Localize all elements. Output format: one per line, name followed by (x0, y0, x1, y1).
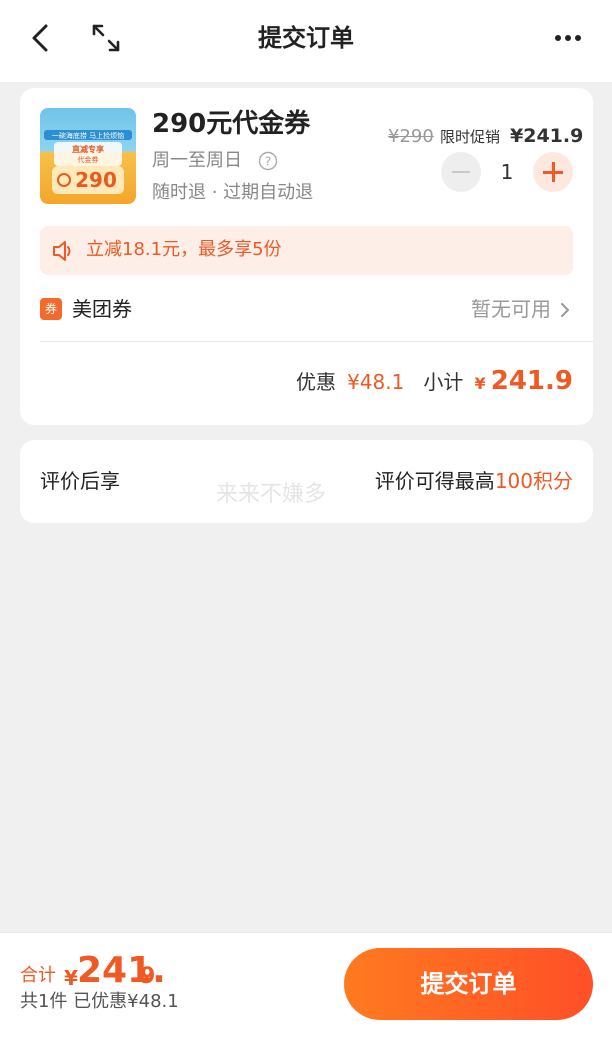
quantity-value: 1 (500, 160, 514, 184)
discount-value: ¥48.1 (347, 370, 405, 394)
page-title: 提交订单 (258, 24, 354, 52)
speaker-icon (50, 238, 76, 264)
review-reward-value: 100积分 (494, 469, 573, 493)
review-reward-prefix: 评价可得最高 (374, 469, 495, 493)
coupon-badge: 券 (40, 298, 62, 320)
promo-banner-text: 立减18.1元，最多享5份 (86, 239, 282, 260)
discount-label: 优惠 (295, 370, 336, 394)
bottom-bar: 合计 ¥ 241. 9 共1件 已优惠¥48.1 提交订单 (0, 932, 612, 1049)
coupon-row[interactable]: 券 美团券 暂无可用 (40, 288, 573, 332)
product-image: 一碗海底捞 马上捡烦恼 直减专享 代金券 290 (40, 108, 136, 204)
availability-text: 周一至周日 (152, 150, 242, 171)
review-reward-card: 来来不嫌多 评价后享 评价可得最高100积分 (20, 440, 593, 523)
total-label: 合计 (20, 965, 56, 986)
review-reward: 评价可得最高100积分 (375, 466, 573, 496)
submit-order-button[interactable]: 提交订单 (344, 948, 593, 1020)
image-line1: 一碗海底捞 马上捡烦恼 (52, 131, 124, 140)
total-currency: ¥ (64, 966, 78, 990)
subtotal-row: 优惠 ¥48.1 小计 ¥ 241.9 (296, 366, 573, 402)
refund-policy-text: 随时退 · 过期自动退 (152, 182, 314, 203)
help-icon[interactable]: ? (258, 151, 278, 171)
subtotal-value: 241.9 (490, 366, 573, 396)
original-price: ¥290 (388, 126, 434, 147)
svg-text:?: ? (265, 155, 271, 169)
increase-quantity-button[interactable] (533, 152, 573, 192)
subtotal-currency: ¥ (474, 374, 486, 393)
total-amount-dec: 9 (140, 964, 156, 989)
review-label: 评价后享 (40, 469, 120, 493)
image-line2: 直减专享 (72, 144, 104, 154)
image-line3: 代金券 (78, 155, 99, 164)
image-line4: 290 (75, 168, 117, 192)
coupon-status: 暂无可用 (471, 297, 551, 321)
subtotal-label: 小计 (423, 370, 464, 394)
promo-price: ¥241.9 (510, 125, 584, 147)
top-bar: 提交订单 (0, 0, 612, 82)
divider (40, 341, 593, 342)
promo-banner: 立减18.1元，最多享5份 (40, 226, 573, 275)
chevron-right-icon (557, 300, 573, 320)
decrease-quantity-button[interactable] (441, 152, 481, 192)
coupon-label: 美团券 (72, 297, 132, 321)
more-icon[interactable] (550, 22, 586, 54)
order-summary: 共1件 已优惠¥48.1 (20, 991, 179, 1012)
promo-label: 限时促销 (440, 128, 501, 146)
product-name: 290元代金券 (152, 109, 311, 139)
order-item-card: 一碗海底捞 马上捡烦恼 直减专享 代金券 290 290元代金券 周一至周日 ?… (20, 88, 593, 425)
watermark: 来来不嫌多 (216, 482, 327, 507)
